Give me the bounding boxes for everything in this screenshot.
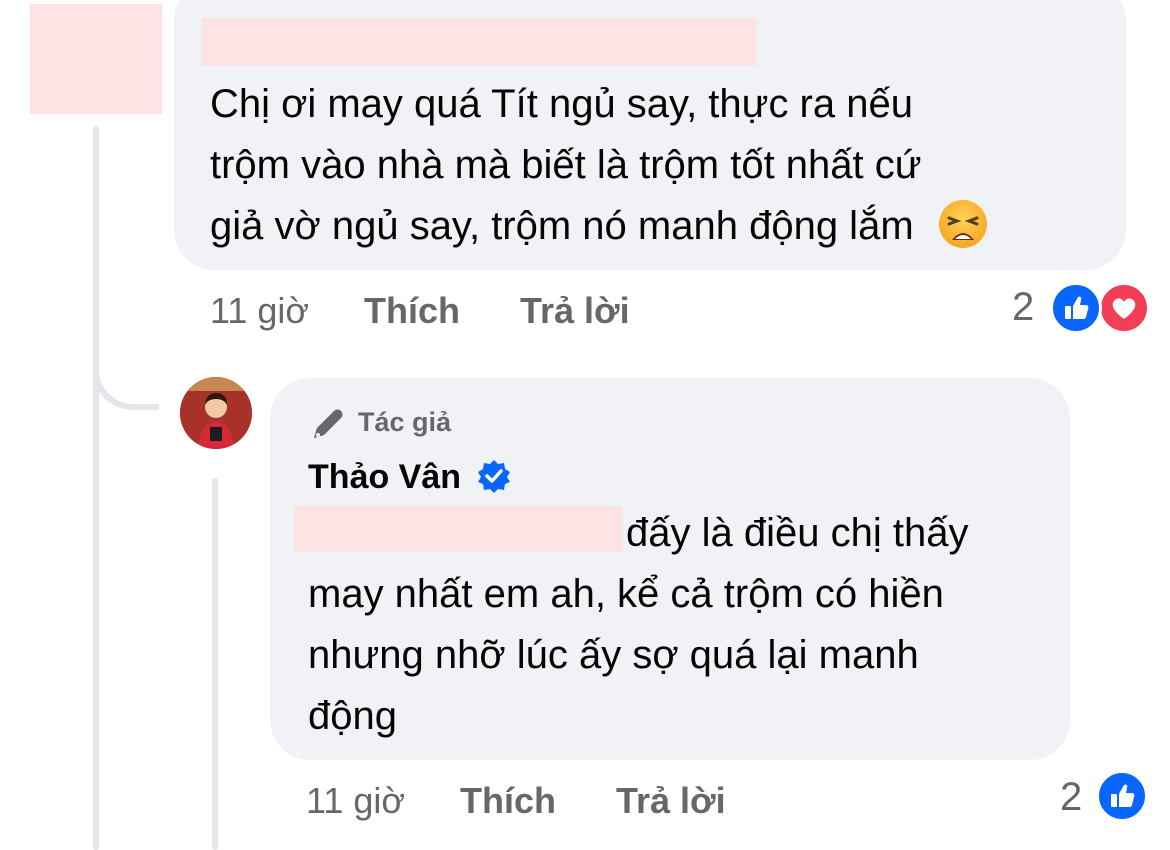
reply-thread-line <box>212 478 218 850</box>
reply-reply-button[interactable]: Trả lời <box>616 780 726 822</box>
redacted-avatar <box>30 4 162 114</box>
author-avatar[interactable] <box>180 377 252 449</box>
reply-reaction-count[interactable]: 2 <box>1060 775 1082 820</box>
reply-text-line: may nhất em ah, kể cả trộm có hiền <box>308 572 944 616</box>
reaction-count[interactable]: 2 <box>1012 285 1034 330</box>
reply-text-line: đấy là điều chị thấy <box>626 511 969 555</box>
pen-icon <box>308 404 346 442</box>
thread-line <box>93 126 99 850</box>
comment-time[interactable]: 11 giờ <box>210 290 309 332</box>
thread-connector <box>93 340 159 410</box>
weary-face-emoji <box>937 198 989 250</box>
like-icon[interactable] <box>1096 770 1148 822</box>
reply-like-button[interactable]: Thích <box>460 780 556 822</box>
author-name-text[interactable]: Thảo Vân <box>308 458 461 496</box>
reply-button[interactable]: Trả lời <box>520 290 630 332</box>
heart-icon[interactable] <box>1098 282 1150 334</box>
verified-badge-icon <box>476 458 512 494</box>
comment-text-line: Chị ơi may quá Tít ngủ say, thực ra nếu <box>210 82 913 126</box>
author-name[interactable]: Thảo Vân <box>308 458 512 497</box>
like-button[interactable]: Thích <box>364 290 460 332</box>
author-badge-label: Tác giả <box>358 407 452 437</box>
comment-text: Chị ơi may quá Tít ngủ say, thực ra nếu … <box>210 74 1110 257</box>
reply-time[interactable]: 11 giờ <box>306 780 405 822</box>
redacted-commenter-name <box>202 18 756 66</box>
like-icon[interactable] <box>1050 282 1102 334</box>
comment-text-line-content: giả vờ ngủ say, trộm nó manh động lắm <box>210 204 914 248</box>
reply-text: đấy là điều chị thấy may nhất em ah, kể … <box>308 503 1048 747</box>
reply-text-line: động <box>308 694 397 738</box>
reply-text-line: nhưng nhỡ lúc ấy sợ quá lại manh <box>308 633 919 677</box>
comment-text-line: trộm vào nhà mà biết là trộm tốt nhất cứ <box>210 143 922 187</box>
comment-text-line: giả vờ ngủ say, trộm nó manh động lắm <box>210 196 1110 257</box>
